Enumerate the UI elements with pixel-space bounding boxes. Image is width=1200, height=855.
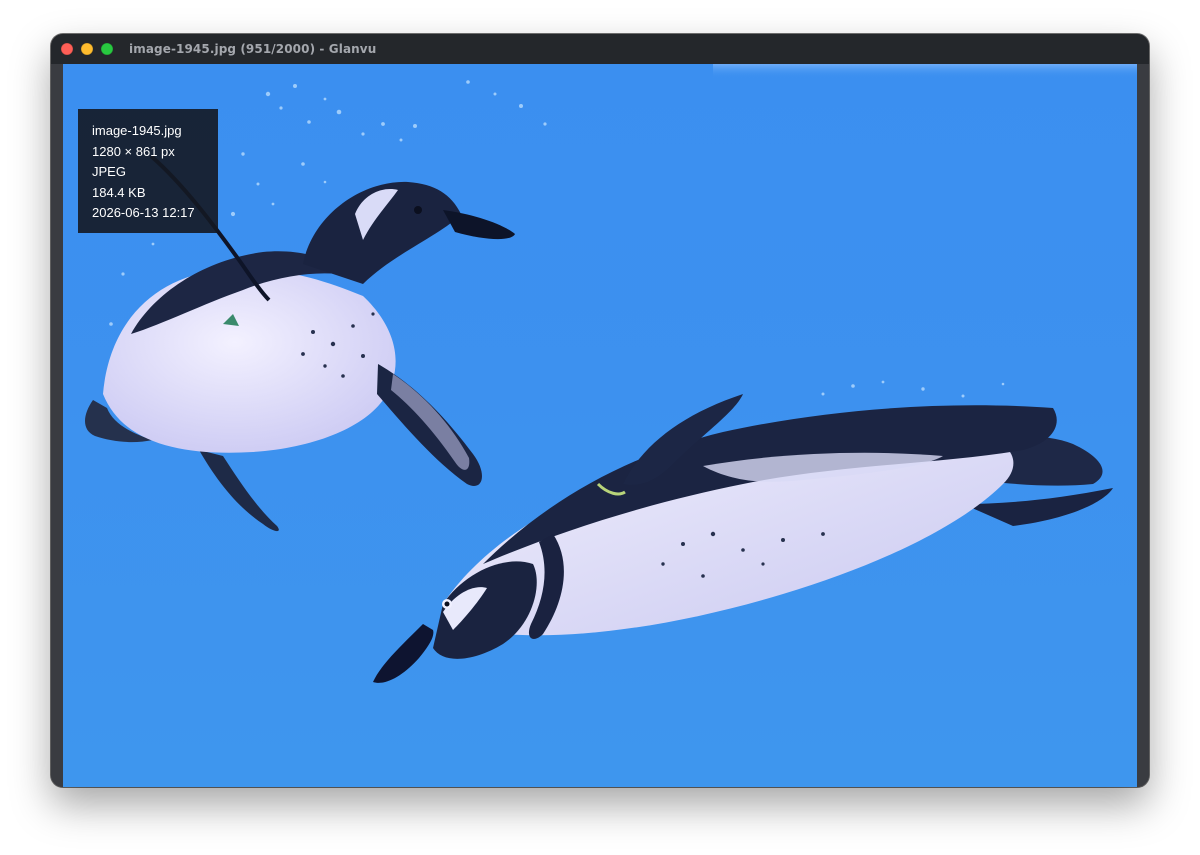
info-size: 184.4 KB	[92, 184, 146, 200]
penguin-left	[85, 181, 515, 532]
info-format: JPEG	[92, 164, 126, 179]
image-viewer[interactable]: image-1945.jpg 1280 × 861 px JPEG 184.4 …	[51, 64, 1149, 787]
minimize-button[interactable]	[81, 43, 93, 55]
info-date: 2026-06-13 12:17	[92, 205, 195, 220]
window-controls	[61, 43, 113, 55]
maximize-button[interactable]	[101, 43, 113, 55]
window-title: image-1945.jpg (951/2000) - Glanvu	[129, 42, 377, 56]
displayed-image[interactable]: image-1945.jpg 1280 × 861 px JPEG 184.4 …	[63, 64, 1137, 787]
app-window: image-1945.jpg (951/2000) - Glanvu image…	[51, 34, 1149, 787]
close-button[interactable]	[61, 43, 73, 55]
info-filename: image-1945.jpg	[92, 123, 182, 138]
penguin-right	[373, 394, 1113, 683]
penguins-photo	[85, 64, 1137, 683]
title-bar[interactable]: image-1945.jpg (951/2000) - Glanvu	[51, 34, 1149, 64]
info-dimensions: 1280 × 861 px	[92, 143, 175, 159]
image-info-panel: image-1945.jpg 1280 × 861 px JPEG 184.4 …	[78, 109, 218, 233]
